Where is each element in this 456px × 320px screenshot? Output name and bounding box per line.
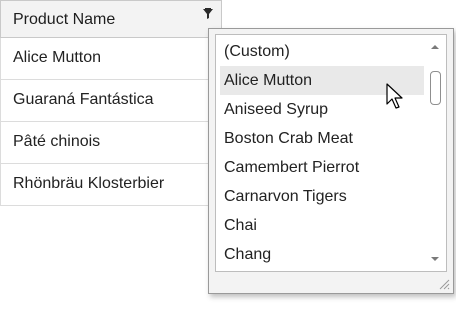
list-item-camembert-pierrot[interactable]: Camembert Pierrot <box>220 153 426 182</box>
cell-product-name: Alice Mutton <box>13 49 102 66</box>
table-row[interactable]: Guaraná Fantástica <box>0 80 222 122</box>
table-row[interactable]: Alice Mutton <box>0 38 222 80</box>
list-item-custom[interactable]: (Custom) <box>220 37 426 66</box>
table-row[interactable]: Pâté chinois <box>0 122 222 164</box>
filter-dropdown-popup: (Custom) Alice Mutton Aniseed Syrup Bost… <box>208 28 454 294</box>
list-item-carnarvon-tigers[interactable]: Carnarvon Tigers <box>220 182 426 211</box>
scroll-up-arrow-icon[interactable] <box>424 39 446 55</box>
scroll-down-arrow-icon[interactable] <box>424 251 446 267</box>
list-item-boston-crab-meat[interactable]: Boston Crab Meat <box>220 124 426 153</box>
list-item-chang[interactable]: Chang <box>220 240 426 269</box>
table-row[interactable]: Rhönbräu Klosterbier <box>0 164 222 206</box>
scrollbar-thumb[interactable] <box>430 71 441 105</box>
resize-grip-icon[interactable] <box>436 276 450 290</box>
column-header-product-name[interactable]: Product Name <box>0 0 222 38</box>
list-item-chai[interactable]: Chai <box>220 211 426 240</box>
column-header-label: Product Name <box>13 11 116 28</box>
cell-product-name: Pâté chinois <box>13 133 101 150</box>
cell-product-name: Guaraná Fantástica <box>13 91 154 108</box>
vertical-scrollbar[interactable] <box>424 35 446 271</box>
filter-icon[interactable] <box>200 6 216 22</box>
data-grid: Product Name Alice Mutton Guaraná Fantás… <box>0 0 224 211</box>
mouse-pointer-icon <box>386 83 403 109</box>
cell-product-name: Rhönbräu Klosterbier <box>13 175 165 192</box>
filter-values-listbox[interactable]: (Custom) Alice Mutton Aniseed Syrup Bost… <box>215 34 447 272</box>
